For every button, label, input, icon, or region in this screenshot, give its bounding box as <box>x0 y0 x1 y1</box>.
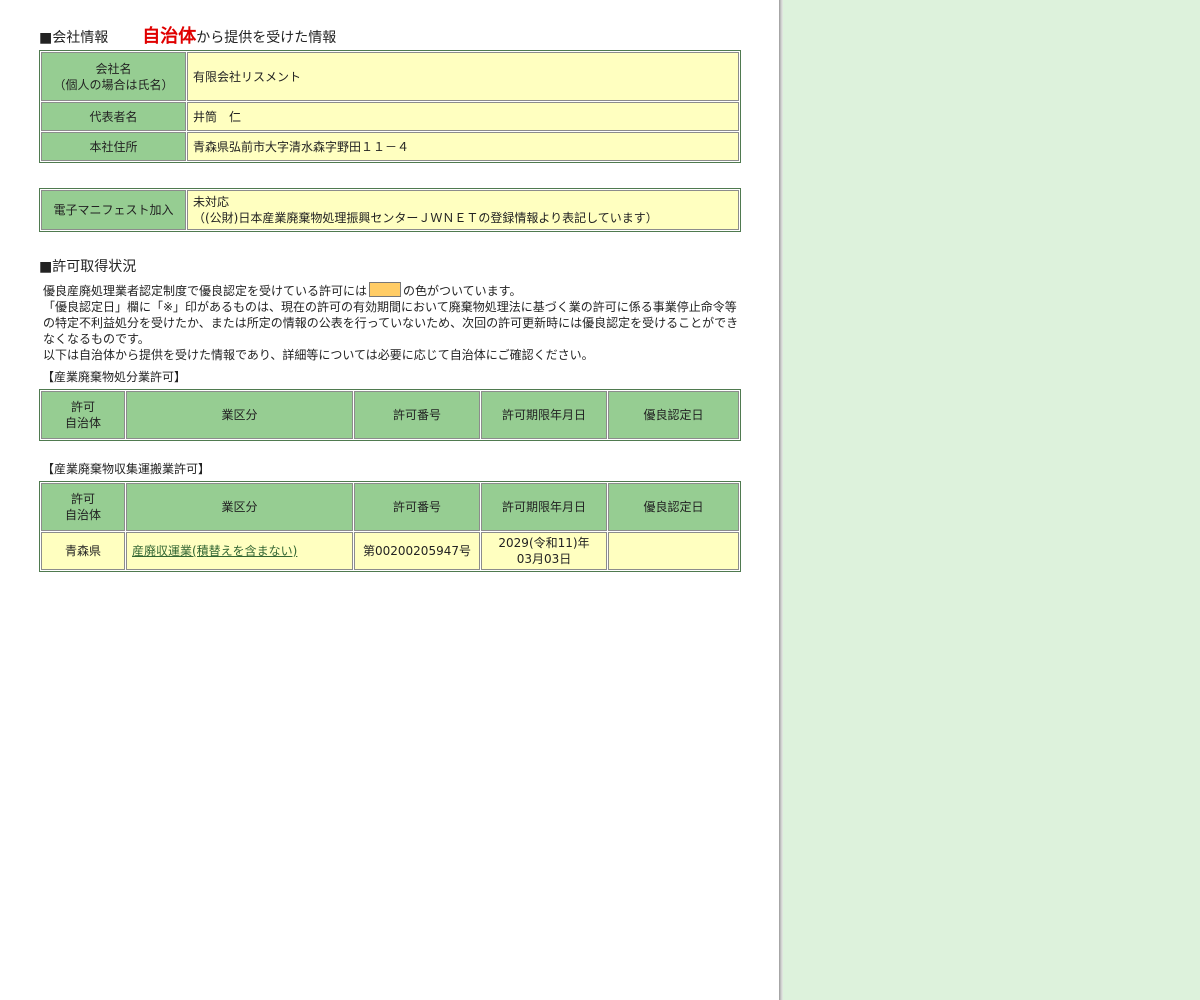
address-value: 青森県弘前市大字清水森字野田１１－４ <box>187 132 739 161</box>
header-permit-number: 許可番号 <box>354 483 480 531</box>
header-expiry: 許可期限年月日 <box>481 483 607 531</box>
header-permit-authority: 許可 自治体 <box>41 391 125 439</box>
company-heading-highlight: 自治体 <box>142 26 197 47</box>
permit-category-link[interactable]: 産廃収運業(積替えを含まない) <box>132 544 297 558</box>
company-section-heading: ■会社情報 自治体から提供を受けた情報 <box>39 26 741 50</box>
permit-category-cell: 産廃収運業(積替えを含まない) <box>126 532 353 570</box>
collection-caption: 【産業廃棄物収集運搬業許可】 <box>42 462 211 476</box>
permit-number-cell: 第00200205947号 <box>354 532 480 570</box>
company-heading-suffix: から提供を受けた情報 <box>196 30 337 46</box>
header-excellent-date: 優良認定日 <box>608 483 739 531</box>
header-category: 業区分 <box>126 483 353 531</box>
table-row: 電子マニフェスト加入 未対応 （(公財)日本産業廃棄物処理振興センターＪＷＮＥＴ… <box>41 190 739 230</box>
table-row: 会社名 （個人の場合は氏名） 有限会社リスメント <box>41 52 739 101</box>
company-name-label: 会社名 （個人の場合は氏名） <box>41 52 186 101</box>
manifest-note: （(公財)日本産業廃棄物処理振興センターＪＷＮＥＴの登録情報より表記しています） <box>193 211 658 225</box>
collection-permit-table: 許可 自治体 業区分 許可番号 許可期限年月日 優良認定日 青森県 産廃収運業(… <box>39 481 741 572</box>
permit-authority-cell: 青森県 <box>41 532 125 570</box>
header-category: 業区分 <box>126 391 353 439</box>
manifest-status: 未対応 <box>193 195 230 209</box>
address-label: 本社住所 <box>41 132 186 161</box>
excellent-note: 優良産廃処理業者認定制度で優良認定を受けている許可には の色がついています。 <box>43 282 522 298</box>
side-panel <box>783 0 1200 1000</box>
table-row: 本社住所 青森県弘前市大字清水森字野田１１－４ <box>41 132 739 161</box>
asterisk-note: 「優良認定日」欄に「※」印があるものは、現在の許可の有効期間において廃棄物処理法… <box>43 300 739 346</box>
header-excellent-date: 優良認定日 <box>608 391 739 439</box>
table-header-row: 許可 自治体 業区分 許可番号 許可期限年月日 優良認定日 <box>41 483 739 531</box>
table-row: 代表者名 井筒 仁 <box>41 102 739 131</box>
header-permit-number: 許可番号 <box>354 391 480 439</box>
content: ■会社情報 自治体から提供を受けた情報 会社名 （個人の場合は氏名） 有限会社リス… <box>39 26 741 572</box>
excellent-date-cell <box>608 532 739 570</box>
main-panel: ■会社情報 自治体から提供を受けた情報 会社名 （個人の場合は氏名） 有限会社リス… <box>0 0 779 1000</box>
excellent-color-swatch <box>369 282 402 297</box>
header-expiry: 許可期限年月日 <box>481 391 607 439</box>
company-info-table: 会社名 （個人の場合は氏名） 有限会社リスメント 代表者名 井筒 仁 本社住所 … <box>39 50 741 163</box>
page: ■会社情報 自治体から提供を受けた情報 会社名 （個人の場合は氏名） 有限会社リス… <box>0 0 1200 1000</box>
manifest-value: 未対応 （(公財)日本産業廃棄物処理振興センターＪＷＮＥＴの登録情報より表記して… <box>187 190 739 230</box>
company-name-value: 有限会社リスメント <box>187 52 739 101</box>
representative-value: 井筒 仁 <box>187 102 739 131</box>
table-row: 青森県 産廃収運業(積替えを含まない) 第00200205947号 2029(令… <box>41 532 739 570</box>
manifest-label: 電子マニフェスト加入 <box>41 190 186 230</box>
manifest-table: 電子マニフェスト加入 未対応 （(公財)日本産業廃棄物処理振興センターＪＷＮＥＴ… <box>39 188 741 232</box>
disposal-caption: 【産業廃棄物処分業許可】 <box>42 370 187 384</box>
representative-label: 代表者名 <box>41 102 186 131</box>
header-permit-authority: 許可 自治体 <box>41 483 125 531</box>
authority-note: 以下は自治体から提供を受けた情報であり、詳細等については必要に応じて自治体にご確… <box>43 348 594 362</box>
permit-section-heading: ■許可取得状況 <box>39 259 137 275</box>
table-header-row: 許可 自治体 業区分 許可番号 許可期限年月日 優良認定日 <box>41 391 739 439</box>
company-heading-mark: ■会社情報 <box>39 30 109 46</box>
permit-expiry-cell: 2029(令和11)年 03月03日 <box>481 532 607 570</box>
disposal-permit-table: 許可 自治体 業区分 許可番号 許可期限年月日 優良認定日 <box>39 389 741 441</box>
